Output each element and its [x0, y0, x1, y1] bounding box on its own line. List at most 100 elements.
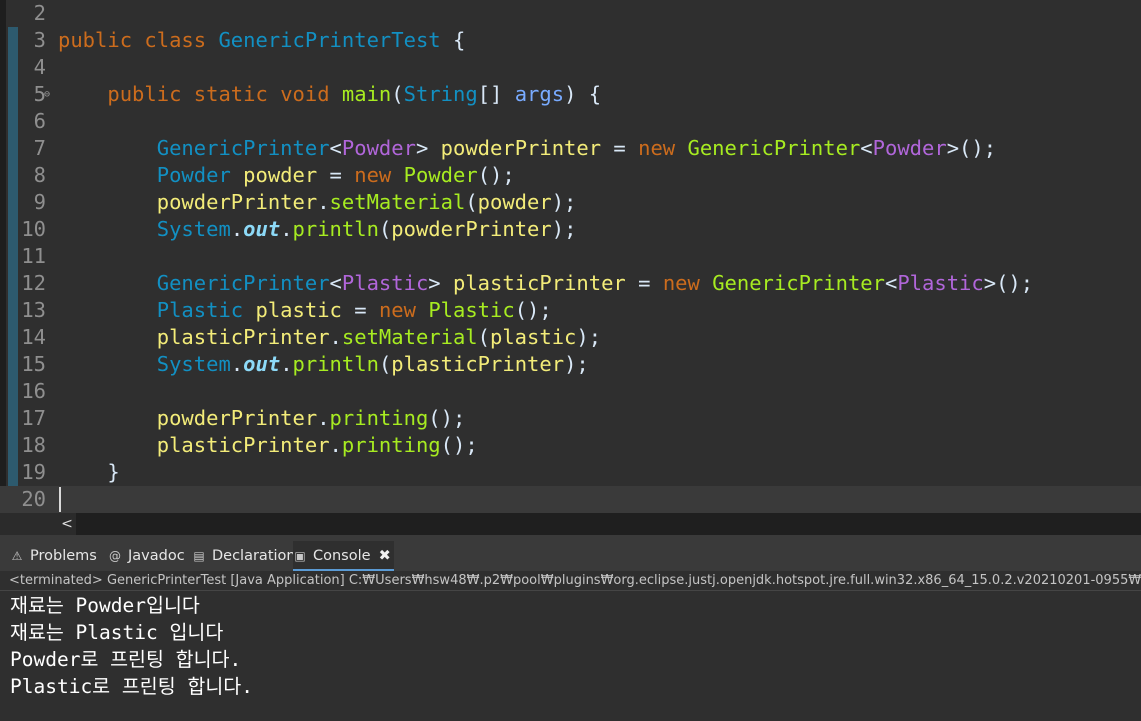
line-number: 12: [21, 271, 46, 295]
line-number: 5: [33, 82, 46, 106]
line-number: 8: [33, 163, 46, 187]
code-line[interactable]: 17 powderPrinter.printing();: [0, 405, 1141, 432]
code-token: out: [243, 352, 281, 376]
code-line[interactable]: 5 ⊖ public static void main(String[] args…: [0, 81, 1141, 108]
console-icon: ▣: [294, 549, 306, 563]
code-line[interactable]: 13 Plastic plastic = new Plastic();: [0, 297, 1141, 324]
code-token: GenericPrinter: [712, 271, 885, 295]
code-token: (: [378, 217, 392, 241]
code-token: (: [378, 352, 392, 376]
code-token: plastic: [490, 325, 577, 349]
code-token: <: [329, 136, 342, 160]
code-token: ();: [440, 433, 478, 457]
code-token: ) {: [564, 82, 602, 106]
code-token: plasticPrinter: [452, 271, 626, 295]
code-token: new: [638, 136, 676, 160]
code-token: System: [156, 217, 231, 241]
console-status-line: <terminated> GenericPrinterTest [Java Ap…: [0, 571, 1141, 591]
code-editor[interactable]: 2 3 public class GenericPrinterTest {4 5 ⊖ p…: [0, 0, 1141, 513]
code-token: );: [564, 352, 589, 376]
tab-console[interactable]: ▣ Console ✖: [293, 541, 394, 571]
scroll-track[interactable]: [76, 513, 1141, 535]
code-token: println: [292, 217, 379, 241]
code-token: class: [144, 28, 207, 52]
code-line[interactable]: 15 System.out.println(plasticPrinter);: [0, 351, 1141, 378]
code-token: System: [156, 352, 231, 376]
code-line[interactable]: 3 public class GenericPrinterTest {: [0, 27, 1141, 54]
code-token: static: [193, 82, 268, 106]
code-token: args: [514, 82, 565, 106]
line-number: 14: [21, 325, 46, 349]
code-token: );: [576, 325, 602, 349]
line-number: 20: [21, 487, 46, 511]
console-output[interactable]: 재료는 Powder입니다재료는 Plastic 입니다 Powder로 프린팅 …: [0, 592, 1141, 721]
code-token: >: [428, 271, 453, 295]
code-token: String: [403, 82, 478, 106]
code-token: Powder: [403, 163, 478, 187]
view-tab-bar: ⚠ Problems @ Javadoc ▤ Declaration ▣ Console ✖: [0, 541, 1141, 571]
declaration-icon: ▤: [193, 549, 205, 563]
code-line[interactable]: 14 plasticPrinter.setMaterial(plastic);: [0, 324, 1141, 351]
code-token: .: [317, 190, 330, 214]
console-output-line: Powder로 프린팅 합니다.: [10, 648, 242, 671]
code-token: powderPrinter: [391, 217, 552, 241]
code-line[interactable]: 20: [0, 486, 1141, 513]
code-token: Powder: [872, 136, 947, 160]
tab-javadoc[interactable]: @ Javadoc: [108, 541, 186, 571]
code-line[interactable]: 9 powderPrinter.setMaterial(powder);: [0, 189, 1141, 216]
code-token: plasticPrinter: [156, 433, 330, 457]
code-line[interactable]: 4: [0, 54, 1141, 81]
code-token: <: [884, 271, 898, 295]
code-token: Plastic: [156, 298, 244, 322]
line-number: 7: [33, 136, 46, 160]
horizontal-scrollbar[interactable]: <: [0, 513, 1141, 535]
code-line[interactable]: 11: [0, 243, 1141, 270]
code-line[interactable]: 6: [0, 108, 1141, 135]
code-text: public class GenericPrinterTest {: [58, 27, 465, 54]
console-output-line: 재료는 Plastic 입니다: [10, 621, 224, 644]
code-line[interactable]: 19 }: [0, 459, 1141, 486]
code-token: }: [107, 460, 120, 484]
code-line[interactable]: 12 GenericPrinter<Plastic> plasticPrinte…: [0, 270, 1141, 297]
scroll-left-icon[interactable]: <: [58, 513, 76, 535]
code-token: =: [625, 271, 663, 295]
fold-toggle-icon[interactable]: ⊖: [44, 81, 50, 108]
code-token: ();: [477, 163, 515, 187]
code-token: <: [860, 136, 873, 160]
code-line[interactable]: 10 System.out.println(powderPrinter);: [0, 216, 1141, 243]
tab-label: Javadoc: [128, 548, 185, 564]
code-line[interactable]: 8 Powder powder = new Powder();: [0, 162, 1141, 189]
tab-problems[interactable]: ⚠ Problems: [10, 541, 100, 571]
tab-declaration[interactable]: ▤ Declaration: [192, 541, 295, 571]
code-text: System.out.println(powderPrinter);: [58, 216, 577, 243]
code-line[interactable]: 16: [0, 378, 1141, 405]
line-number: 16: [21, 379, 46, 403]
line-number: 4: [33, 55, 46, 79]
close-icon[interactable]: ✖: [379, 541, 391, 571]
code-line[interactable]: 2: [0, 0, 1141, 27]
code-text: powderPrinter.setMaterial(powder);: [58, 189, 577, 216]
code-line[interactable]: 18 plasticPrinter.printing();: [0, 432, 1141, 459]
code-text: Powder powder = new Powder();: [58, 162, 515, 189]
tab-label: Declaration: [212, 548, 296, 564]
line-number: 3: [33, 28, 46, 52]
code-text: powderPrinter.printing();: [58, 405, 466, 432]
code-token: public: [58, 28, 133, 52]
console-output-line: 재료는 Powder입니다: [10, 594, 200, 617]
code-token: >();: [983, 271, 1034, 295]
code-token: GenericPrinter: [156, 271, 330, 295]
code-line[interactable]: 7 GenericPrinter<Powder> powderPrinter =…: [0, 135, 1141, 162]
